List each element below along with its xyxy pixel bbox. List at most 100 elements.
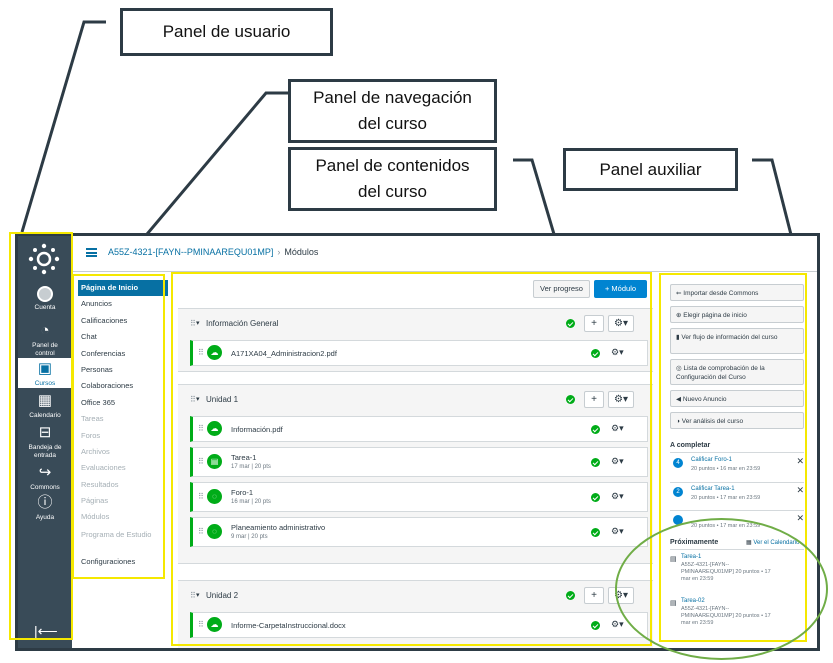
module-item[interactable]: ⠿ ☁ Información.pdf ⚙▾ [190,416,648,442]
todo-title[interactable]: Calificar Foro-1 [691,457,732,463]
course-nav-item[interactable]: Calificaciones [78,313,168,329]
course-nav-item[interactable]: Chat [78,329,168,345]
dismiss-icon[interactable]: ✕ [796,513,804,524]
dismiss-icon[interactable]: ✕ [796,485,804,496]
course-nav-item[interactable]: Resultados [78,477,168,493]
published-icon[interactable] [591,458,600,467]
course-nav-item[interactable]: Colaboraciones [78,378,168,394]
module-item-title[interactable]: Informe-CarpetaInstruccional.docx [231,621,346,630]
add-item-button[interactable]: + [584,391,604,408]
course-analytics-button[interactable]: ◑ Ver análisis del curso [670,412,804,429]
canvas-logo-icon[interactable] [27,242,61,276]
drag-handle-icon[interactable]: ⠿ [198,492,204,501]
published-icon[interactable] [591,349,600,358]
dismiss-icon[interactable]: ✕ [796,456,804,467]
course-stream-button[interactable]: ▮ Ver flujo de información del curso [670,328,804,354]
drag-handle-icon[interactable]: ⠿ [198,348,204,357]
drag-handle-icon[interactable]: ⠿ [198,457,204,466]
module-item-title[interactable]: Foro-1 [231,488,253,497]
item-settings-icon[interactable]: ⚙▾ [611,347,624,358]
module-item-title[interactable]: Planeamiento administrativo [231,523,325,532]
module-header[interactable]: ⠿ ▾ Información General + ⚙▾ [178,309,653,339]
module-item-title[interactable]: Información.pdf [231,425,283,434]
hamburger-menu-icon[interactable] [86,248,97,257]
course-nav-item[interactable]: Personas [78,362,168,378]
course-nav-item[interactable]: Archivos [78,444,168,460]
global-nav-dashboard[interactable]: ◔ Panel de control [18,322,72,358]
view-calendar-link[interactable]: ▦ Ver el Calendario [746,539,799,546]
course-nav-item[interactable]: Programa de Estudio [78,526,168,554]
collapse-nav-icon[interactable]: |⟵ [34,623,58,640]
collapse-caret-icon[interactable]: ▾ [196,591,200,599]
upcoming-item[interactable]: ▤ Tarea-1 A55Z-4321-[FAYN--PMINAAREQU01M… [670,554,804,592]
module-item-title[interactable]: A171XA04_Administracion2.pdf [231,349,337,358]
published-icon[interactable] [566,395,575,404]
todo-item[interactable]: 20 puntos • 17 mar en 23:59 ✕ [670,512,804,534]
upcoming-title[interactable]: Tarea-1 [681,554,701,560]
todo-item[interactable]: 2 Calificar Tarea-1 20 puntos • 17 mar e… [670,484,804,510]
todo-item[interactable]: 4 Calificar Foro-1 20 puntos • 16 mar en… [670,455,804,481]
drag-handle-icon[interactable]: ⠿ [190,319,196,328]
published-icon[interactable] [566,591,575,600]
global-nav-inbox[interactable]: ⊟ Bandeja de entrada [18,424,72,460]
published-icon[interactable] [566,319,575,328]
add-item-button[interactable]: + [584,587,604,604]
upcoming-title[interactable]: Tarea-02 [681,598,705,604]
module-item[interactable]: ⠿ ▤ Tarea-1 17 mar | 20 pts ⚙▾ [190,447,648,477]
module-settings-button[interactable]: ⚙▾ [608,315,634,332]
published-icon[interactable] [591,528,600,537]
course-nav-item[interactable]: Tareas [78,411,168,427]
drag-handle-icon[interactable]: ⠿ [198,527,204,536]
published-icon[interactable] [591,425,600,434]
course-nav-item[interactable]: Evaluaciones [78,460,168,476]
item-settings-icon[interactable]: ⚙▾ [611,491,624,502]
choose-home-page-button[interactable]: ⊕ Elegir página de inicio [670,306,804,323]
collapse-caret-icon[interactable]: ▾ [196,319,200,327]
setup-checklist-button[interactable]: ◎ Lista de comprobación de la Configurac… [670,359,804,385]
published-icon[interactable] [591,621,600,630]
collapse-caret-icon[interactable]: ▾ [196,395,200,403]
add-item-button[interactable]: + [584,315,604,332]
module-item[interactable]: ⠿ ◌ Foro-1 16 mar | 20 pts ⚙▾ [190,482,648,512]
drag-handle-icon[interactable]: ⠿ [198,620,204,629]
published-icon[interactable] [591,493,600,502]
item-settings-icon[interactable]: ⚙▾ [611,619,624,630]
course-nav-item[interactable]: Office 365 [78,395,168,411]
module-item[interactable]: ⠿ ☁ Informe-CarpetaInstruccional.docx ⚙▾ [190,612,648,638]
course-nav-item[interactable]: Configuraciones [78,554,168,570]
global-nav-commons[interactable]: ↪ Commons [18,464,72,492]
module-item-title[interactable]: Tarea-1 [231,453,256,462]
global-nav-calendar[interactable]: ▦ Calendario [18,392,72,420]
module-item[interactable]: ⠿ ◌ Planeamiento administrativo 9 mar | … [190,517,648,547]
add-module-button[interactable]: + Módulo [594,280,647,298]
item-settings-icon[interactable]: ⚙▾ [611,456,624,467]
drag-handle-icon[interactable]: ⠿ [190,591,196,600]
module-item[interactable]: ⠿ ☁ A171XA04_Administracion2.pdf ⚙▾ [190,340,648,366]
item-settings-icon[interactable]: ⚙▾ [611,526,624,537]
inbox-icon: ⊟ [38,424,52,441]
global-nav-courses[interactable]: ▣ Cursos [18,358,72,388]
item-settings-icon[interactable]: ⚙▾ [611,423,624,434]
course-nav-item[interactable]: Páginas [78,493,168,509]
course-nav-item[interactable]: Anuncios [78,296,168,312]
course-nav-item[interactable]: Conferencias [78,346,168,362]
course-nav-item[interactable]: Módulos [78,509,168,525]
breadcrumb-current: Módulos [284,247,319,257]
global-nav-account[interactable]: Cuenta [18,286,72,312]
course-nav-item[interactable]: Página de Inicio [78,280,168,297]
module-header[interactable]: ⠿ ▾ Unidad 1 + ⚙▾ [178,385,653,415]
course-nav-item[interactable]: Foros [78,428,168,444]
new-announcement-button[interactable]: ◀ Nuevo Anuncio [670,390,804,407]
drag-handle-icon[interactable]: ⠿ [190,395,196,404]
file-icon: ☁ [207,617,222,632]
upcoming-item[interactable]: ▤ Tarea-02 A55Z-4321-[FAYN--PMINAAREQU01… [670,598,804,636]
breadcrumb-course-link[interactable]: A55Z-4321-[FAYN--PMINAAREQU01MP] [108,247,273,257]
module-settings-button[interactable]: ⚙▾ [608,587,634,604]
drag-handle-icon[interactable]: ⠿ [198,424,204,433]
global-nav-help[interactable]: ⓘ Ayuda [18,494,72,522]
import-commons-button[interactable]: ⇐ Importar desde Commons [670,284,804,301]
module-settings-button[interactable]: ⚙▾ [608,391,634,408]
todo-title[interactable]: Calificar Tarea-1 [691,486,735,492]
module-header[interactable]: ⠿ ▾ Unidad 2 + ⚙▾ [178,581,653,611]
view-progress-button[interactable]: Ver progreso [533,280,590,298]
